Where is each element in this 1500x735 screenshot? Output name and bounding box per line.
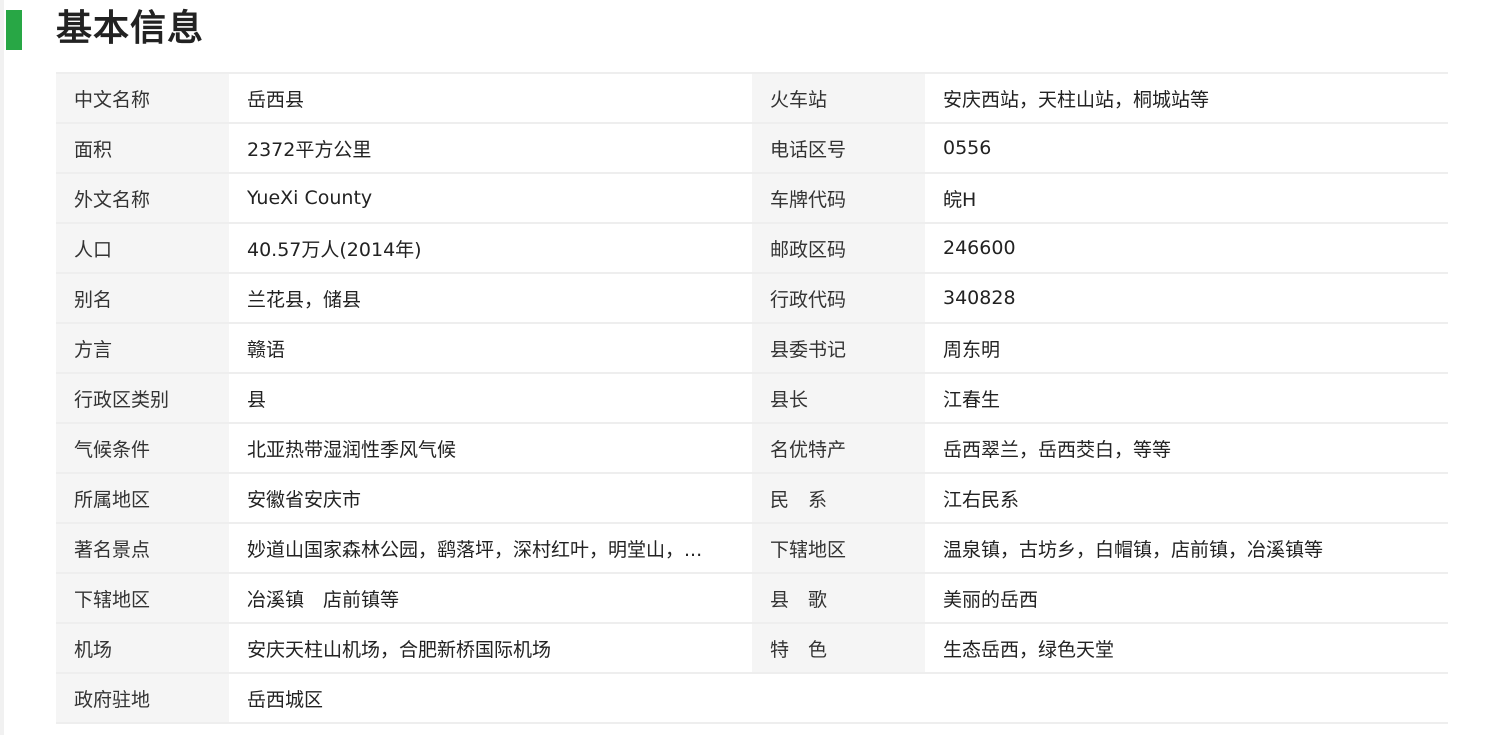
table-row: 外文名称 YueXi County 车牌代码 皖H [56,172,1448,223]
field-label: 县长 [752,372,925,423]
field-value: 2372平方公里 [229,122,752,173]
table-row: 行政区类别 县 县长 江春生 [56,372,1448,423]
field-value: YueXi County [229,172,752,223]
table-row: 中文名称 岳西县 火车站 安庆西站，天柱山站，桐城站等 [56,72,1448,123]
field-value: 安徽省安庆市 [229,472,752,523]
field-value: 岳西县 [229,72,752,123]
field-label: 特 色 [752,622,925,673]
field-value: 妙道山国家森林公园，鹞落坪，深村红叶，明堂山，... [229,522,752,573]
field-label: 气候条件 [56,422,229,473]
field-value: 岳西翠兰，岳西茭白，等等 [925,422,1448,473]
empty-cell [752,672,925,724]
field-label: 别名 [56,272,229,323]
table-row: 著名景点 妙道山国家森林公园，鹞落坪，深村红叶，明堂山，... 下辖地区 温泉镇… [56,522,1448,573]
table-row: 机场 安庆天柱山机场，合肥新桥国际机场 特 色 生态岳西，绿色天堂 [56,622,1448,673]
field-label: 县 歌 [752,572,925,623]
field-label: 邮政区码 [752,222,925,273]
table-row: 别名 兰花县，储县 行政代码 340828 [56,272,1448,323]
field-label: 火车站 [752,72,925,123]
section-title: 基本信息 [56,8,205,49]
field-value: 340828 [925,272,1448,323]
field-label: 下辖地区 [752,522,925,573]
field-value: 县 [229,372,752,423]
field-value: 冶溪镇 店前镇等 [229,572,752,623]
field-label: 下辖地区 [56,572,229,623]
field-label: 人口 [56,222,229,273]
table-row: 人口 40.57万人(2014年) 邮政区码 246600 [56,222,1448,273]
field-value: 皖H [925,172,1448,223]
field-label: 中文名称 [56,72,229,123]
field-value: 安庆西站，天柱山站，桐城站等 [925,72,1448,123]
left-border [0,0,4,735]
field-value: 江春生 [925,372,1448,423]
field-label: 面积 [56,122,229,173]
field-label: 机场 [56,622,229,673]
table-row: 政府驻地 岳西城区 [56,672,1448,724]
field-value: 安庆天柱山机场，合肥新桥国际机场 [229,622,752,673]
field-label: 行政区类别 [56,372,229,423]
field-label: 车牌代码 [752,172,925,223]
field-value: 兰花县，储县 [229,272,752,323]
field-value: 40.57万人(2014年) [229,222,752,273]
table-row: 方言 赣语 县委书记 周东明 [56,322,1448,373]
table-row: 气候条件 北亚热带湿润性季风气候 名优特产 岳西翠兰，岳西茭白，等等 [56,422,1448,473]
field-value: 岳西城区 [229,672,752,724]
field-label: 政府驻地 [56,672,229,724]
field-value: 北亚热带湿润性季风气候 [229,422,752,473]
section-accent-bar [6,10,22,50]
field-value: 温泉镇，古坊乡，白帽镇，店前镇，冶溪镇等 [925,522,1448,573]
table-row: 面积 2372平方公里 电话区号 0556 [56,122,1448,173]
basic-info-table: 中文名称 岳西县 火车站 安庆西站，天柱山站，桐城站等 面积 2372平方公里 … [56,72,1448,724]
field-value: 江右民系 [925,472,1448,523]
field-label: 方言 [56,322,229,373]
empty-cell [925,672,1448,724]
field-value: 赣语 [229,322,752,373]
field-label: 行政代码 [752,272,925,323]
field-label: 外文名称 [56,172,229,223]
field-value: 美丽的岳西 [925,572,1448,623]
field-value: 246600 [925,222,1448,273]
field-value: 周东明 [925,322,1448,373]
field-label: 县委书记 [752,322,925,373]
field-label: 所属地区 [56,472,229,523]
field-label: 著名景点 [56,522,229,573]
field-value: 0556 [925,122,1448,173]
table-row: 下辖地区 冶溪镇 店前镇等 县 歌 美丽的岳西 [56,572,1448,623]
field-value: 生态岳西，绿色天堂 [925,622,1448,673]
field-label: 名优特产 [752,422,925,473]
field-label: 民 系 [752,472,925,523]
field-label: 电话区号 [752,122,925,173]
table-row: 所属地区 安徽省安庆市 民 系 江右民系 [56,472,1448,523]
